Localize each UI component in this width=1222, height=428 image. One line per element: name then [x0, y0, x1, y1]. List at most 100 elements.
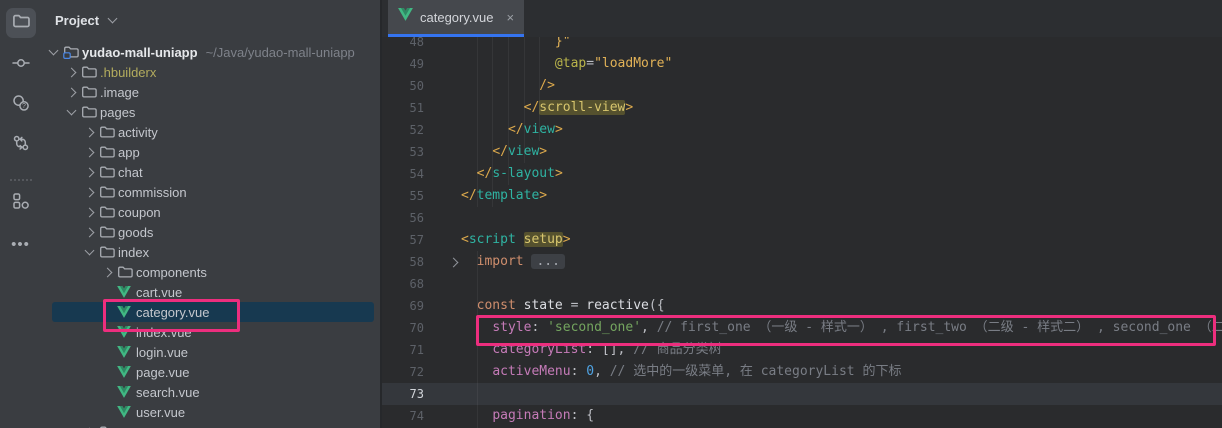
- structure-button[interactable]: [1, 183, 41, 223]
- tree-row-yudao-mall-uniapp[interactable]: yudao-mall-uniapp~/Java/yudao-mall-uniap…: [41, 42, 380, 62]
- chevron-down-icon[interactable]: [86, 250, 99, 254]
- tree-item-label: coupon: [118, 205, 161, 220]
- tab-category-vue[interactable]: category.vue ×: [388, 0, 524, 37]
- code-text[interactable]: </view>: [461, 141, 1222, 163]
- code-text[interactable]: </scroll-view>: [461, 97, 1222, 119]
- gutter-spacer: [424, 37, 461, 53]
- tree-row-coupon[interactable]: coupon: [41, 202, 380, 222]
- code-line-58[interactable]: 58 import ...: [382, 251, 1222, 273]
- chat-help-icon: ?: [12, 94, 30, 117]
- chevron-right-icon[interactable]: [86, 149, 99, 156]
- code-line-73[interactable]: 73: [382, 383, 1222, 405]
- line-number[interactable]: 50: [382, 75, 424, 97]
- chevron-right-icon[interactable]: [86, 189, 99, 196]
- tree-row-index-vue[interactable]: index.vue: [41, 322, 380, 342]
- code-text[interactable]: [461, 273, 1222, 295]
- tree-item-label: goods: [118, 225, 153, 240]
- chevron-right-icon[interactable]: [68, 69, 81, 76]
- code-text[interactable]: const state = reactive({: [461, 295, 1222, 317]
- tree-row--hbuilderx[interactable]: .hbuilderx: [41, 62, 380, 82]
- tree-row-app[interactable]: app: [41, 142, 380, 162]
- code-text[interactable]: </template>: [461, 185, 1222, 207]
- line-number[interactable]: 73: [382, 383, 424, 405]
- tab-close-icon[interactable]: ×: [506, 11, 514, 24]
- tree-item-label: .hbuilderx: [100, 65, 156, 80]
- chevron-right-icon[interactable]: [86, 209, 99, 216]
- gutter-spacer: [424, 295, 461, 317]
- line-number[interactable]: 55: [382, 185, 424, 207]
- pull-requests-button[interactable]: [1, 125, 41, 165]
- code-text[interactable]: @tap="loadMore": [461, 53, 1222, 75]
- code-text[interactable]: }": [461, 37, 1222, 53]
- line-number[interactable]: 72: [382, 361, 424, 383]
- line-number[interactable]: 70: [382, 317, 424, 339]
- tree-row-user-vue[interactable]: user.vue: [41, 402, 380, 422]
- line-number[interactable]: 51: [382, 97, 424, 119]
- code-line-71[interactable]: 71 categoryList: [], // 商品分类树: [382, 339, 1222, 361]
- code-line-69[interactable]: 69 const state = reactive({: [382, 295, 1222, 317]
- tree-row-activity[interactable]: activity: [41, 122, 380, 142]
- code-text[interactable]: [461, 383, 1222, 405]
- line-number[interactable]: 71: [382, 339, 424, 361]
- code-text[interactable]: categoryList: [], // 商品分类树: [461, 339, 1222, 361]
- line-number[interactable]: 54: [382, 163, 424, 185]
- line-number[interactable]: 52: [382, 119, 424, 141]
- tree-row[interactable]: [41, 422, 380, 428]
- vue-icon: [117, 306, 136, 318]
- tree-row-chat[interactable]: chat: [41, 162, 380, 182]
- tree-row-login-vue[interactable]: login.vue: [41, 342, 380, 362]
- chevron-right-icon[interactable]: [86, 229, 99, 236]
- chat-help-button[interactable]: ?: [1, 85, 41, 125]
- tree-row-components[interactable]: components: [41, 262, 380, 282]
- line-number[interactable]: 58: [382, 251, 424, 273]
- code-text[interactable]: </s-layout>: [461, 163, 1222, 185]
- tree-item-label: index.vue: [136, 325, 192, 340]
- code-area[interactable]: 48 }" 49 @tap="loadMore" 50 /> 51 </scroll-…: [382, 37, 1222, 428]
- code-text[interactable]: </view>: [461, 119, 1222, 141]
- tree-row-cart-vue[interactable]: cart.vue: [41, 282, 380, 302]
- project-panel-header[interactable]: Project: [41, 0, 380, 40]
- tree-row-commission[interactable]: commission: [41, 182, 380, 202]
- tool-window-project-button[interactable]: [1, 3, 41, 43]
- code-text[interactable]: />: [461, 75, 1222, 97]
- fold-marker-icon[interactable]: [424, 251, 461, 273]
- code-text[interactable]: style: 'second_one', // first_one （一级 - …: [461, 317, 1222, 339]
- line-number[interactable]: 56: [382, 207, 424, 229]
- tree-row-page-vue[interactable]: page.vue: [41, 362, 380, 382]
- line-number[interactable]: 53: [382, 141, 424, 163]
- tree-row-pages[interactable]: pages: [41, 102, 380, 122]
- code-line-70[interactable]: 70 style: 'second_one', // first_one （一级…: [382, 317, 1222, 339]
- code-line-56[interactable]: 56: [382, 207, 1222, 229]
- chevron-right-icon[interactable]: [68, 89, 81, 96]
- line-number[interactable]: 49: [382, 53, 424, 75]
- code-text[interactable]: [461, 207, 1222, 229]
- vue-icon: [117, 366, 136, 378]
- line-number[interactable]: 68: [382, 273, 424, 295]
- more-tool-windows-button[interactable]: •••: [1, 225, 41, 265]
- code-line-68[interactable]: 68: [382, 273, 1222, 295]
- commit-button[interactable]: [1, 45, 41, 85]
- line-number[interactable]: 69: [382, 295, 424, 317]
- tree-row--image[interactable]: .image: [41, 82, 380, 102]
- chevron-right-icon[interactable]: [104, 269, 117, 276]
- code-text[interactable]: <script setup>: [461, 229, 1222, 251]
- chevron-right-icon[interactable]: [86, 169, 99, 176]
- code-line-72[interactable]: 72 activeMenu: 0, // 选中的一级菜单, 在 category…: [382, 361, 1222, 383]
- chevron-down-icon[interactable]: [68, 110, 81, 114]
- line-number[interactable]: 57: [382, 229, 424, 251]
- tree-row-goods[interactable]: goods: [41, 222, 380, 242]
- tree-row-category-vue[interactable]: category.vue: [41, 302, 380, 322]
- code-line-74[interactable]: 74 pagination: {: [382, 405, 1222, 427]
- line-number[interactable]: 48: [382, 37, 424, 53]
- tree-row-index[interactable]: index: [41, 242, 380, 262]
- code-text[interactable]: pagination: {: [461, 405, 1222, 427]
- code-line-57[interactable]: 57 <script setup>: [382, 229, 1222, 251]
- code-text[interactable]: import ...: [461, 251, 1222, 273]
- line-number[interactable]: 74: [382, 405, 424, 427]
- code-text[interactable]: activeMenu: 0, // 选中的一级菜单, 在 categoryLis…: [461, 361, 1222, 383]
- tree-row-search-vue[interactable]: search.vue: [41, 382, 380, 402]
- chevron-down-icon[interactable]: [50, 50, 63, 54]
- code-line-55[interactable]: 55 </template>: [382, 185, 1222, 207]
- chevron-right-icon[interactable]: [86, 129, 99, 136]
- folder-icon: [81, 64, 100, 80]
